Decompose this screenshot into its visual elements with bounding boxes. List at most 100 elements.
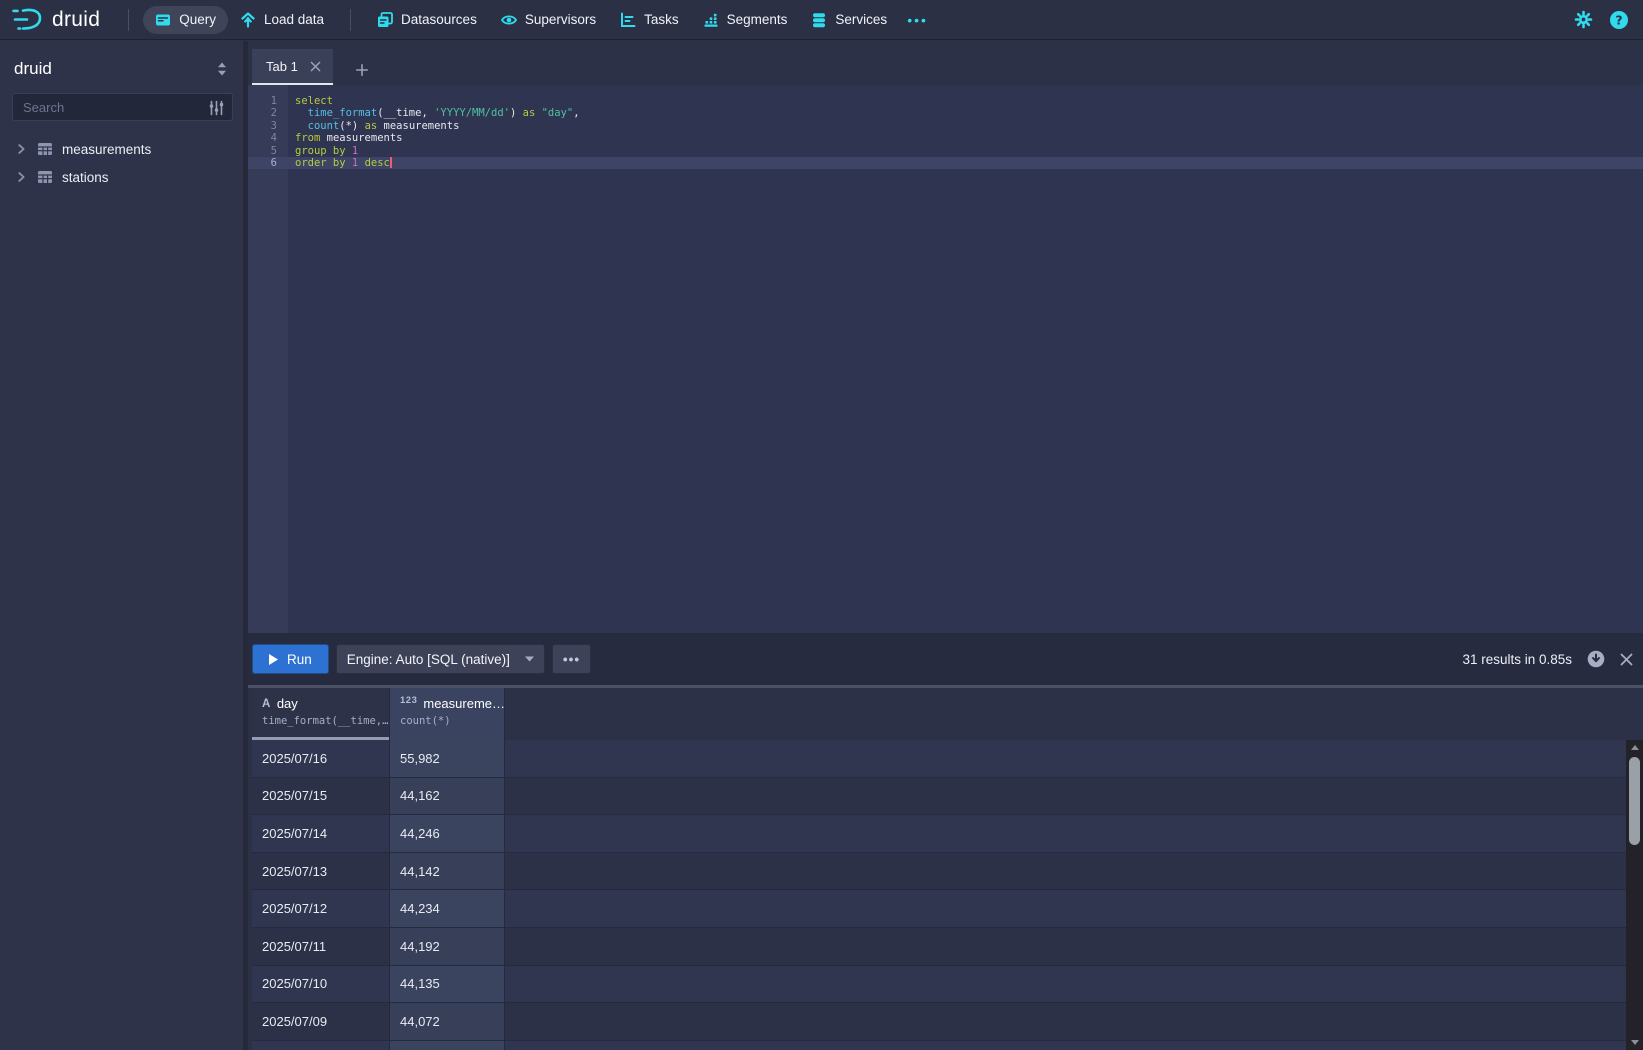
sidebar-item-stations[interactable]: stations: [12, 163, 233, 191]
code-line[interactable]: count(*) as measurements: [288, 120, 1643, 132]
brand-name: druid: [52, 8, 100, 32]
cell-day[interactable]: 2025/07/15: [252, 778, 390, 816]
cell-measurements[interactable]: 44,142: [390, 853, 505, 891]
upload-icon: [240, 12, 256, 28]
sql-editor[interactable]: 123456 select time_format(__time, 'YYYY/…: [248, 85, 1643, 633]
code-line[interactable]: from measurements: [288, 132, 1643, 144]
run-bar-right: 31 results in 0.85s: [1462, 650, 1633, 668]
close-tab-icon[interactable]: [310, 61, 321, 72]
help-icon[interactable]: ?: [1609, 10, 1629, 30]
cell-measurements[interactable]: 44,162: [390, 778, 505, 816]
download-icon[interactable]: [1587, 650, 1605, 668]
nav-divider: [350, 9, 351, 31]
number-type-icon: 123: [400, 695, 417, 706]
header-filler: [505, 688, 1643, 740]
query-more-button[interactable]: •••: [552, 644, 591, 674]
database-icon: [811, 12, 827, 28]
nav-item-load-data[interactable]: Load data: [228, 6, 336, 34]
cell-measurements[interactable]: 44,234: [390, 890, 505, 928]
double-caret-vertical-icon: [215, 61, 229, 77]
close-results-icon[interactable]: [1620, 653, 1633, 666]
text-cursor: [390, 157, 392, 168]
gear-icon[interactable]: [1574, 10, 1593, 29]
add-tab-button[interactable]: [347, 55, 377, 85]
cell-filler: [505, 966, 1643, 1004]
cell-filler: [505, 928, 1643, 966]
string-type-icon: A: [262, 698, 271, 710]
nav-item-tasks[interactable]: Tasks: [608, 6, 691, 34]
engine-label: Engine: Auto [SQL (native)]: [347, 652, 510, 667]
code-token: desc: [365, 157, 390, 169]
line-number: 6: [248, 157, 288, 169]
table-row: 2025/07/1044,135: [252, 966, 1643, 1004]
druid-logo-icon: [10, 7, 44, 33]
tab-label: Tab 1: [266, 59, 298, 74]
code-token: as: [523, 107, 536, 119]
cell-day[interactable]: 2025/07/12: [252, 890, 390, 928]
cell-day[interactable]: 2025/07/11: [252, 928, 390, 966]
column-name: day: [277, 696, 298, 711]
run-label: Run: [287, 652, 312, 667]
code-line[interactable]: order by 1 desc: [288, 157, 1643, 169]
table-row: 2025/07/1344,142: [252, 853, 1643, 891]
tab-1[interactable]: Tab 1: [252, 49, 333, 85]
scroll-down-arrow[interactable]: [1626, 1035, 1643, 1050]
table-row: 2025/07/1144,192: [252, 928, 1643, 966]
sidebar-item-measurements[interactable]: measurements: [12, 135, 233, 163]
result-summary: 31 results in 0.85s: [1462, 652, 1572, 667]
cell-filler: [505, 815, 1643, 853]
cell-day[interactable]: 2025/07/14: [252, 815, 390, 853]
nav-label: Query: [179, 12, 216, 27]
search-input[interactable]: [13, 100, 232, 115]
cell-measurements[interactable]: 44,135: [390, 966, 505, 1004]
chevron-right-icon: [14, 142, 28, 156]
cell-day[interactable]: 2025/07/16: [252, 740, 390, 778]
results-body: 2025/07/1655,9822025/07/1544,1622025/07/…: [252, 740, 1643, 1050]
table-row: [252, 1041, 1643, 1050]
results-table: A day time_format(__time,… 123 measureme…: [248, 688, 1643, 1050]
sidebar: druid: [0, 41, 243, 1050]
run-button[interactable]: Run: [252, 644, 329, 674]
gantt-icon: [620, 12, 636, 28]
table-name: stations: [62, 170, 109, 185]
table-icon: [37, 169, 53, 185]
engine-dropdown[interactable]: Engine: Auto [SQL (native)]: [336, 644, 545, 674]
cell-day[interactable]: 2025/07/13: [252, 853, 390, 891]
nav-item-datasources[interactable]: Datasources: [365, 6, 489, 34]
run-bar: Run Engine: Auto [SQL (native)] ••• 31 r…: [248, 633, 1643, 685]
code-line[interactable]: time_format(__time, 'YYYY/MM/dd') as "da…: [288, 107, 1643, 119]
code-line[interactable]: group by 1: [288, 145, 1643, 157]
brand[interactable]: druid: [10, 7, 100, 33]
cell-measurements[interactable]: 44,072: [390, 1003, 505, 1041]
cell-measurements[interactable]: 44,246: [390, 815, 505, 853]
cell-measurements[interactable]: 55,982: [390, 740, 505, 778]
nav-item-supervisors[interactable]: Supervisors: [489, 6, 608, 34]
code-token: time_format: [308, 107, 378, 119]
nav-item-services[interactable]: Services: [799, 6, 899, 34]
search-box: [12, 93, 233, 121]
schema-selector[interactable]: druid: [12, 53, 233, 93]
nav-more-button[interactable]: •••: [899, 6, 936, 34]
nav-label: Segments: [727, 12, 788, 27]
nav-label: Supervisors: [525, 12, 596, 27]
play-icon: [269, 654, 278, 665]
nav-item-query[interactable]: Query: [143, 6, 228, 34]
code-token: select: [295, 95, 333, 107]
table-row: 2025/07/1244,234: [252, 890, 1643, 928]
table-name: measurements: [62, 142, 151, 157]
editor-code[interactable]: select time_format(__time, 'YYYY/MM/dd')…: [288, 85, 1643, 633]
column-header-day[interactable]: A day time_format(__time,…: [252, 688, 390, 740]
nav-item-segments[interactable]: Segments: [691, 6, 800, 34]
column-header-measurements[interactable]: 123 measureme… count(*): [390, 688, 505, 740]
cell-day[interactable]: 2025/07/09: [252, 1003, 390, 1041]
table-icon: [37, 141, 53, 157]
cell-filler: [505, 1003, 1643, 1041]
cell-day[interactable]: 2025/07/10: [252, 966, 390, 1004]
scrollbar-thumb[interactable]: [1629, 757, 1640, 845]
code-token: 'YYYY/MM/dd': [434, 107, 510, 119]
code-line[interactable]: select: [288, 95, 1643, 107]
filter-icon[interactable]: [208, 100, 224, 116]
scroll-up-arrow[interactable]: [1626, 740, 1643, 755]
cell-measurements[interactable]: 44,192: [390, 928, 505, 966]
cell-filler: [505, 740, 1643, 778]
